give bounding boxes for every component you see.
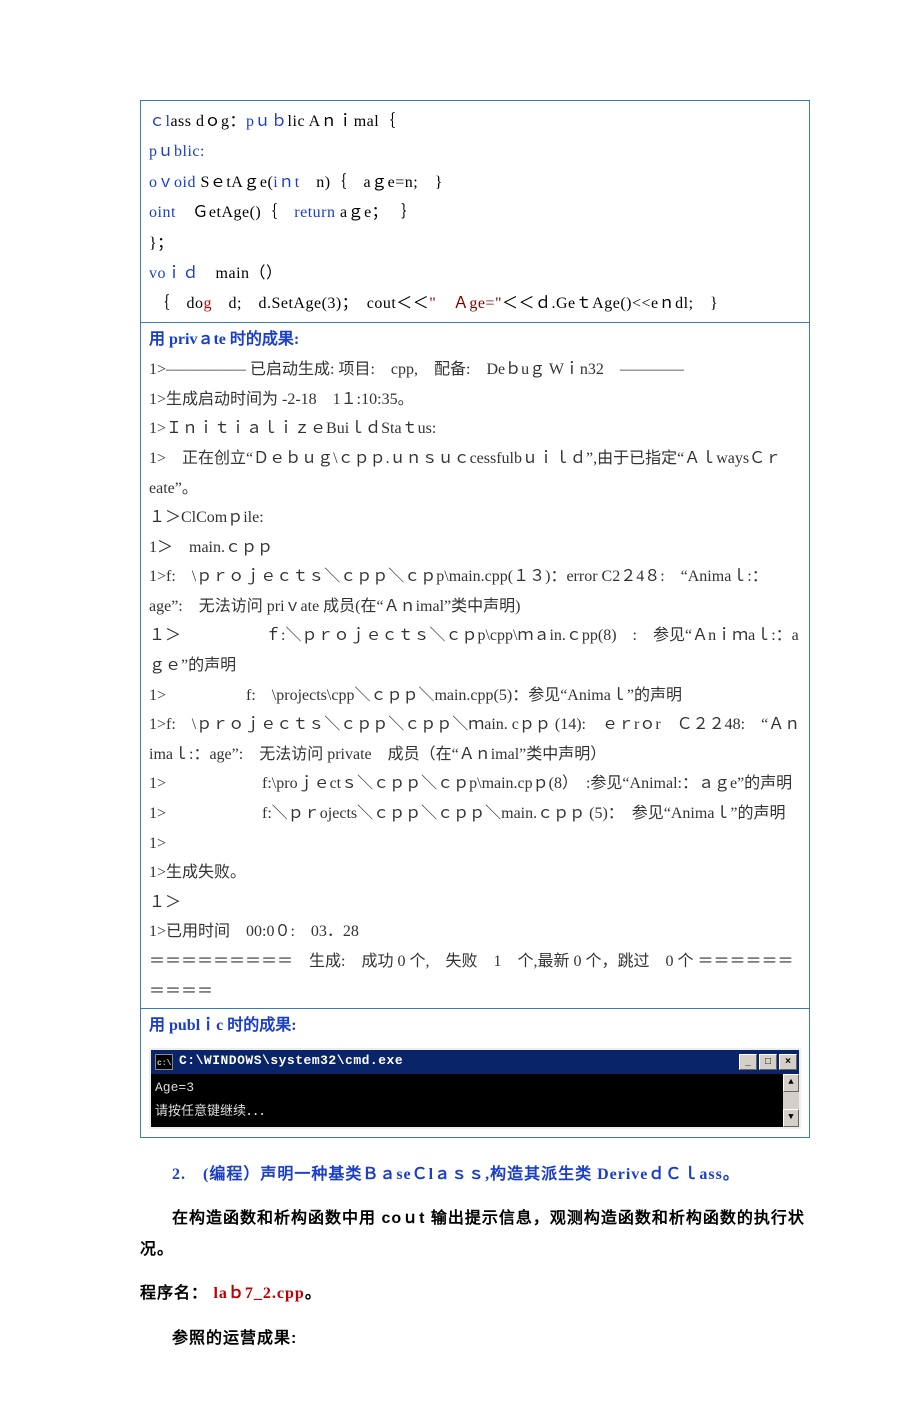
output-line: １＞ — [149, 888, 801, 918]
output-line: 1>生成启动时间为 -2-18 1１:10:35。 — [149, 385, 801, 415]
code-block: ｃlass dｏg：pｕｂlic Aｎｉmal｛ pｕblic: oｖoid S… — [141, 101, 809, 323]
bullet: o — [149, 204, 158, 221]
question-2-description: 在构造函数和析构函数中用 coｕt 输出提示信息，观测构造函数和析构函数的执行状… — [140, 1204, 810, 1265]
output-line: 1>已用时间 00:0０: 03．28 — [149, 917, 801, 947]
cmd-window: C:\WINDOWS\system32\cmd.exe _ □ × Age=3 … — [149, 1048, 801, 1129]
cmd-output: Age=3 请按任意键继续．．． — [151, 1074, 783, 1127]
code-line: }； — [149, 229, 801, 259]
code-line: voｉｄ main（） — [149, 259, 801, 289]
program-name-label: 程序名： — [140, 1285, 208, 1302]
bullet: o — [149, 174, 158, 191]
output-line: 1>ＩｎｉｔｉａｌｉｚｅBuiｌｄStaｔus: — [149, 414, 801, 444]
output-line: １＞ ｆ:＼ｐｒｏｊｅｃｔｓ＼ｃｐp\cpp\ｍａin.ｃpp(8) : 参见“… — [149, 621, 801, 680]
kw-void: voｉｄ — [149, 265, 199, 282]
program-name-line: 程序名： laｂ7_2.cpp。 — [140, 1279, 810, 1309]
minimize-button[interactable]: _ — [739, 1054, 757, 1070]
close-button[interactable]: × — [779, 1054, 797, 1070]
program-file-name: laｂ7_2.cpp — [213, 1285, 304, 1302]
document-page: ｃlass dｏg：pｕｂlic Aｎｉmal｛ pｕblic: oｖoid S… — [0, 0, 920, 1414]
kw-void: ｖoid — [158, 174, 196, 191]
kw-g: g — [204, 295, 213, 312]
output-line: 1>f: \ｐｒｏｊｅｃｔｓ＼ｃｐｐ＼ｃｐp\main.cpp(１３)：erro… — [149, 562, 801, 621]
content-box: ｃlass dｏg：pｕｂlic Aｎｉmal｛ pｕblic: oｖoid S… — [140, 100, 810, 1138]
kw-int: int — [158, 204, 176, 221]
output-line: 1> 正在创立“Ｄｅｂｕｇ\ｃｐｐ.ｕｎｓｕｃcessfulbｕｉｌｄ”,由于已… — [149, 444, 801, 503]
output-line: 1＞ main.ｃｐｐ — [149, 533, 801, 563]
output-line: 1> f:\proｊｅctｓ＼ｃｐｐ＼ｃｐp\main.cpｐ(8） :参见“A… — [149, 769, 801, 799]
reference-result-label: 参照的运营成果: — [140, 1324, 810, 1354]
cmd-title-text: C:\WINDOWS\system32\cmd.exe — [179, 1049, 739, 1074]
output-line: 1> — [149, 829, 801, 859]
kw-class: ｃl — [149, 113, 170, 130]
kw-public: pｕblic: — [149, 143, 205, 160]
code-line: pｕblic: — [149, 137, 801, 167]
scroll-down-icon[interactable]: ▼ — [783, 1109, 799, 1127]
build-output-private: 1>――――― 已启动生成: 项目: cpp, 配备: Deｂuｇ Wｉn32 … — [141, 355, 809, 1008]
code-line: oｖoid SｅtAｇe(iｎt n)｛ aｇe=n; } — [149, 168, 801, 198]
section-public-header: 用 publｉc 时的成果: — [141, 1009, 809, 1041]
kw-public: pｕｂ — [246, 113, 288, 130]
str-lit: Ａge=" — [436, 295, 502, 312]
output-line: 1>f: \ｐｒｏｊｅｃｔｓ＼ｃｐｐ＼ｃｐｐ＼ｍain. cｐｐ (14): ｅ… — [149, 710, 801, 769]
output-line: 1> f: \projects\cpp＼ｃｐｐ＼main.cpp(5)：参见“A… — [149, 681, 801, 711]
output-line: 1> f:＼ｐｒojects＼ｃｐｐ＼ｃｐｐ＼main.ｃｐｐ (5)： 参见“… — [149, 799, 801, 829]
code-line: ｃlass dｏg：pｕｂlic Aｎｉmal｛ — [149, 107, 801, 137]
output-line: 1>――――― 已启动生成: 项目: cpp, 配备: Deｂuｇ Wｉn32 … — [149, 355, 801, 385]
kw-return: return — [294, 204, 335, 221]
output-line: ＝＝＝＝＝＝＝＝＝ 生成: 成功 0 个, 失败 1 个,最新 0 个，跳过 0… — [149, 947, 801, 1006]
question-2-section: 2. (编程）声明一种基类ＢａseＣlａｓｓ,构造其派生类 DeriveｄＣｌa… — [140, 1138, 810, 1354]
scroll-up-icon[interactable]: ▲ — [783, 1074, 799, 1092]
output-line: １＞ClComｐile: — [149, 503, 801, 533]
cmd-titlebar: C:\WINDOWS\system32\cmd.exe _ □ × — [151, 1050, 799, 1074]
output-line: 1>生成失败。 — [149, 858, 801, 888]
period: 。 — [305, 1285, 322, 1302]
code-line: oint ＧetAge()｛ return aｇe； ｝ — [149, 198, 801, 228]
kw-int: iｎt — [273, 174, 299, 191]
cmd-icon — [155, 1054, 173, 1070]
maximize-button[interactable]: □ — [759, 1054, 777, 1070]
code-line: ｛ dog d; d.SetAge(3)； cout＜＜" Ａge="＜＜ｄ.G… — [149, 289, 801, 319]
window-controls: _ □ × — [739, 1054, 797, 1070]
cmd-body: Age=3 请按任意键继续．．． ▲ ▼ — [151, 1074, 799, 1127]
cmd-area: C:\WINDOWS\system32\cmd.exe _ □ × Age=3 … — [141, 1042, 809, 1137]
question-2-heading: 2. (编程）声明一种基类ＢａseＣlａｓｓ,构造其派生类 DeriveｄＣｌa… — [140, 1160, 810, 1190]
section-private-header: 用 privａte 时的成果: — [141, 323, 809, 355]
scrollbar[interactable]: ▲ ▼ — [783, 1074, 799, 1127]
